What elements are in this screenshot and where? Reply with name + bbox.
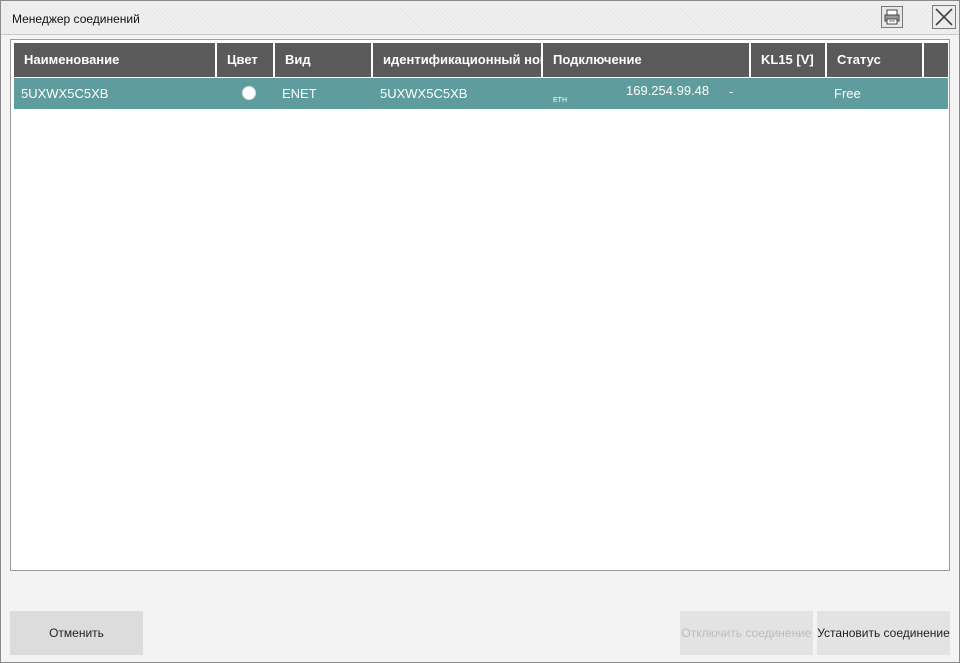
cell-type: ENET [282, 86, 317, 101]
table-row[interactable]: 5UXWX5C5XB ENET 5UXWX5C5XB ETH 169.254.9… [14, 78, 948, 109]
cell-vin: 5UXWX5C5XB [380, 86, 468, 101]
column-header-connection[interactable]: Подключение [543, 43, 751, 77]
cell-kl15: - [729, 84, 734, 99]
window-title: Менеджер соединений [12, 12, 140, 26]
connection-tag: ETH [553, 97, 567, 104]
cell-status: Free [834, 86, 861, 101]
connection-ip: 169.254.99.48 [626, 83, 710, 98]
column-header-type[interactable]: Вид [275, 43, 373, 77]
column-header-vin[interactable]: идентификационный номер [373, 43, 543, 77]
printer-icon [884, 9, 900, 25]
title-bar: Менеджер соединений [1, 1, 959, 35]
disconnect-button[interactable]: Отключить соединение [680, 611, 813, 655]
column-header-color[interactable]: Цвет [217, 43, 275, 77]
table-header: Наименование Цвет Вид идентификационный … [14, 43, 948, 77]
print-button[interactable] [881, 6, 903, 28]
column-header-kl15[interactable]: KL15 [V] [751, 43, 827, 77]
close-button[interactable] [932, 5, 956, 29]
column-header-filler [924, 43, 948, 77]
color-indicator [242, 86, 256, 100]
cell-name: 5UXWX5C5XB [21, 86, 109, 101]
connection-manager-window: Менеджер соединений Наименование Цвет Ви… [0, 0, 960, 663]
cancel-button[interactable]: Отменить [10, 611, 143, 655]
connect-button[interactable]: Установить соединение [817, 611, 950, 655]
close-icon [935, 8, 953, 26]
column-header-status[interactable]: Статус [827, 43, 924, 77]
column-header-name[interactable]: Наименование [14, 43, 217, 77]
connections-table-panel: Наименование Цвет Вид идентификационный … [10, 39, 950, 571]
